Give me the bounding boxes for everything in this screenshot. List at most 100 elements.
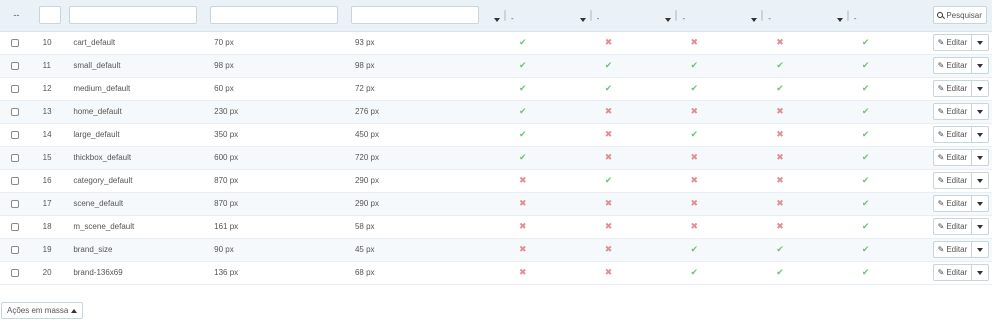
check-icon[interactable]: ✔ xyxy=(776,244,784,254)
check-icon[interactable]: ✔ xyxy=(776,267,784,277)
cross-icon[interactable]: ✖ xyxy=(776,198,784,208)
edit-button[interactable]: ✎ Editar xyxy=(934,219,973,234)
check-icon[interactable]: ✔ xyxy=(690,83,698,93)
check-icon[interactable]: ✔ xyxy=(862,267,870,277)
filter-width-input[interactable] xyxy=(210,6,339,25)
check-icon[interactable]: ✔ xyxy=(605,60,613,70)
cross-icon[interactable]: ✖ xyxy=(519,244,527,254)
check-icon[interactable]: ✔ xyxy=(776,83,784,93)
row-actions-dropdown[interactable] xyxy=(972,173,988,188)
cross-icon[interactable]: ✖ xyxy=(605,244,613,254)
check-icon[interactable]: ✔ xyxy=(862,129,870,139)
filter-stores-select[interactable]: - xyxy=(836,9,857,23)
cross-icon[interactable]: ✖ xyxy=(605,106,613,116)
row-actions-dropdown[interactable] xyxy=(972,150,988,165)
check-icon[interactable]: ✔ xyxy=(519,37,527,47)
cross-icon[interactable]: ✖ xyxy=(605,267,613,277)
edit-button[interactable]: ✎ Editar xyxy=(934,81,973,96)
check-icon[interactable]: ✔ xyxy=(862,244,870,254)
filter-height-input[interactable] xyxy=(350,6,479,25)
edit-button[interactable]: ✎ Editar xyxy=(934,196,973,211)
edit-button[interactable]: ✎ Editar xyxy=(934,173,973,188)
row-actions-dropdown[interactable] xyxy=(972,219,988,234)
check-icon[interactable]: ✔ xyxy=(862,106,870,116)
cross-icon[interactable]: ✖ xyxy=(690,175,698,185)
cross-icon[interactable]: ✖ xyxy=(605,37,613,47)
check-icon[interactable]: ✔ xyxy=(862,175,870,185)
row-actions-dropdown[interactable] xyxy=(972,81,988,96)
filter-name-input[interactable] xyxy=(69,6,198,25)
row-actions-dropdown[interactable] xyxy=(972,104,988,119)
row-checkbox[interactable] xyxy=(11,153,19,162)
search-button[interactable]: Pesquisar xyxy=(932,6,987,25)
row-checkbox[interactable] xyxy=(11,199,19,208)
row-actions-dropdown[interactable] xyxy=(972,242,988,257)
cross-icon[interactable]: ✖ xyxy=(776,106,784,116)
filter-products-select[interactable]: - xyxy=(494,9,514,23)
cross-icon[interactable]: ✖ xyxy=(690,106,698,116)
check-icon[interactable]: ✔ xyxy=(862,60,870,70)
row-checkbox[interactable] xyxy=(11,222,19,231)
edit-button[interactable]: ✎ Editar xyxy=(934,265,973,280)
check-icon[interactable]: ✔ xyxy=(519,152,527,162)
edit-button[interactable]: ✎ Editar xyxy=(934,35,973,50)
filter-id-input[interactable] xyxy=(38,6,61,25)
edit-button[interactable]: ✎ Editar xyxy=(934,58,973,73)
filter-categories-select[interactable]: - xyxy=(579,9,599,23)
row-checkbox[interactable] xyxy=(11,268,19,277)
row-actions-dropdown[interactable] xyxy=(972,127,988,142)
cross-icon[interactable]: ✖ xyxy=(605,152,613,162)
row-checkbox[interactable] xyxy=(11,107,19,116)
row-actions-dropdown[interactable] xyxy=(972,265,988,280)
check-icon[interactable]: ✔ xyxy=(862,221,870,231)
cross-icon[interactable]: ✖ xyxy=(776,129,784,139)
cross-icon[interactable]: ✖ xyxy=(776,175,784,185)
filter-manufacturers-select[interactable]: - xyxy=(665,9,685,23)
row-actions-dropdown[interactable] xyxy=(972,58,988,73)
cross-icon[interactable]: ✖ xyxy=(776,37,784,47)
check-icon[interactable]: ✔ xyxy=(776,60,784,70)
check-icon[interactable]: ✔ xyxy=(605,175,613,185)
check-icon[interactable]: ✔ xyxy=(862,198,870,208)
cross-icon[interactable]: ✖ xyxy=(690,152,698,162)
row-checkbox[interactable] xyxy=(11,176,19,185)
edit-button[interactable]: ✎ Editar xyxy=(934,127,973,142)
edit-button[interactable]: ✎ Editar xyxy=(934,242,973,257)
check-icon[interactable]: ✔ xyxy=(519,60,527,70)
cross-icon[interactable]: ✖ xyxy=(605,221,613,231)
cross-icon[interactable]: ✖ xyxy=(690,37,698,47)
row-checkbox[interactable] xyxy=(11,84,19,93)
row-actions-dropdown[interactable] xyxy=(972,35,988,50)
cross-icon[interactable]: ✖ xyxy=(776,152,784,162)
check-icon[interactable]: ✔ xyxy=(862,83,870,93)
check-icon[interactable]: ✔ xyxy=(690,60,698,70)
check-icon[interactable]: ✔ xyxy=(690,267,698,277)
cross-icon[interactable]: ✖ xyxy=(776,221,784,231)
cross-icon[interactable]: ✖ xyxy=(690,221,698,231)
edit-button[interactable]: ✎ Editar xyxy=(934,150,973,165)
cross-icon[interactable]: ✖ xyxy=(690,198,698,208)
row-checkbox[interactable] xyxy=(11,38,19,47)
cross-icon[interactable]: ✖ xyxy=(519,267,527,277)
check-icon[interactable]: ✔ xyxy=(519,106,527,116)
row-checkbox[interactable] xyxy=(11,245,19,254)
edit-button[interactable]: ✎ Editar xyxy=(934,104,973,119)
cross-icon[interactable]: ✖ xyxy=(605,198,613,208)
cross-icon[interactable]: ✖ xyxy=(519,221,527,231)
check-icon[interactable]: ✔ xyxy=(519,83,527,93)
select-all-toggle[interactable]: -- xyxy=(4,10,29,20)
check-icon[interactable]: ✔ xyxy=(690,129,698,139)
row-checkbox[interactable] xyxy=(11,130,19,139)
check-icon[interactable]: ✔ xyxy=(862,152,870,162)
row-checkbox[interactable] xyxy=(11,61,19,70)
cross-icon[interactable]: ✖ xyxy=(605,129,613,139)
row-actions-dropdown[interactable] xyxy=(972,196,988,211)
cross-icon[interactable]: ✖ xyxy=(519,175,527,185)
cross-icon[interactable]: ✖ xyxy=(519,198,527,208)
check-icon[interactable]: ✔ xyxy=(605,83,613,93)
filter-suppliers-select[interactable]: - xyxy=(751,9,771,23)
check-icon[interactable]: ✔ xyxy=(690,244,698,254)
bulk-actions-button[interactable]: Ações em massa xyxy=(1,302,84,319)
check-icon[interactable]: ✔ xyxy=(519,129,527,139)
check-icon[interactable]: ✔ xyxy=(862,37,870,47)
